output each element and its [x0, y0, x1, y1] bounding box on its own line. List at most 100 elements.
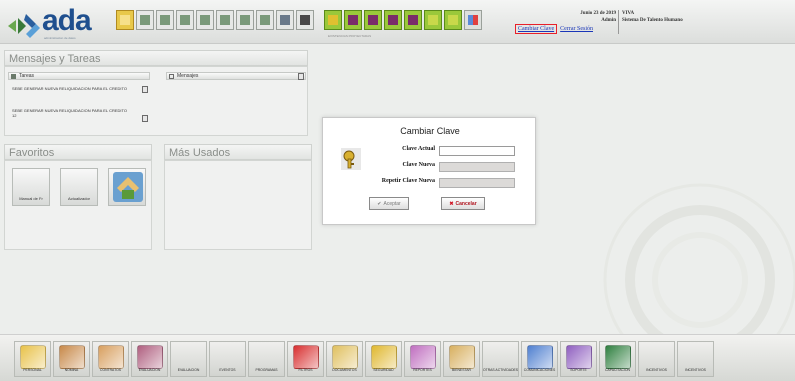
messages-action-icon[interactable] [298, 73, 304, 80]
dock-row: Personal Nomina Contratos Evaluacion Evaluac… [14, 341, 714, 377]
dock-button[interactable]: Incentivos [638, 341, 675, 377]
header-user: Admin [601, 18, 616, 23]
scroll-icon[interactable] [142, 115, 148, 122]
dock-button[interactable]: Nomina [53, 341, 90, 377]
toolbar-caption: EXISTENCIAS PROYECTADAS [328, 34, 372, 38]
doc-icon[interactable] [196, 10, 214, 30]
background-decoration [603, 183, 795, 334]
favorites-title: Favoritos [4, 144, 152, 160]
header-company: VIVA Sistema De Talento Humano [622, 10, 683, 24]
dock-button[interactable]: Evaluacion [131, 341, 168, 377]
dock-button-label: Reportes [413, 368, 432, 372]
doc-icon[interactable] [136, 10, 154, 30]
green-action-icon[interactable] [384, 10, 402, 30]
logo-tagline: administracion de datos [44, 36, 76, 40]
green-action-icon[interactable] [324, 10, 342, 30]
favorite-home-button[interactable] [108, 168, 146, 206]
home-icon [113, 172, 143, 202]
messages-panel-title: Mensajes y Tareas [4, 50, 308, 66]
current-password-input[interactable] [439, 146, 515, 156]
scroll-icon[interactable] [142, 86, 148, 93]
cancel-x-icon: ✖ [449, 200, 454, 207]
favorite-update-button[interactable]: Actualizador [60, 168, 98, 206]
dock-button-label: Bienestar [452, 368, 471, 372]
doc-icon[interactable] [236, 10, 254, 30]
accept-label: Aceptar [383, 200, 401, 207]
dialog-title: Cambiar Clave [400, 126, 460, 136]
tasks-header[interactable]: Tareas [8, 72, 150, 80]
repeat-password-input[interactable] [439, 178, 515, 188]
messages-header[interactable]: Mensajes [166, 72, 306, 80]
envelope-icon [332, 345, 358, 369]
change-password-link[interactable]: Cambiar Clave [515, 24, 558, 34]
dock-button[interactable]: Reportes [404, 341, 441, 377]
company-name: Sistema De Talento Humano [622, 18, 683, 23]
new-password-input[interactable] [439, 162, 515, 172]
task-item[interactable]: SEBE GENERAR NUEVA RELIQUIDACION PARA EL… [12, 86, 130, 91]
most-used-title: Más Usados [164, 144, 312, 160]
messages-label: Mensajes [177, 73, 199, 79]
dock-button-label: Incentivos [646, 368, 667, 372]
filter-icon [293, 345, 319, 369]
dock-button-label: Capacitacion [605, 368, 630, 372]
logout-link[interactable]: Cerrar Sesión [560, 24, 593, 34]
new-password-label: Clave Nueva [402, 162, 436, 168]
dock-button-label: Contratos [100, 368, 121, 372]
key-icon [371, 345, 397, 369]
people-icon [137, 345, 163, 369]
logo-mark-icon [8, 14, 40, 38]
dock-button[interactable]: Eventos [209, 341, 246, 377]
dock-button[interactable]: Otras Actividades [482, 341, 519, 377]
doc-icon[interactable] [176, 10, 194, 30]
change-password-dialog: Cambiar Clave Clave Actual Clave Nueva R… [322, 117, 536, 225]
folder-icon[interactable] [116, 10, 134, 30]
accept-button[interactable]: ✔ Aceptar [369, 197, 409, 210]
pencil-icon [410, 345, 436, 369]
green-action-icon[interactable] [364, 10, 382, 30]
dock-button[interactable]: Personal [14, 341, 51, 377]
most-used-panel [164, 160, 312, 250]
tools-icon [449, 345, 475, 369]
current-password-label: Clave Actual [402, 146, 435, 152]
dock-button-label: Eventos [219, 368, 236, 372]
grid-icon[interactable] [464, 10, 482, 30]
dock-button-label: Incentivos [685, 368, 706, 372]
doc-icon[interactable] [216, 10, 234, 30]
cancel-button[interactable]: ✖ Cancelar [441, 197, 485, 210]
green-action-icon[interactable] [404, 10, 422, 30]
doc-icon[interactable] [276, 10, 294, 30]
dock-button[interactable]: Documentos [326, 341, 363, 377]
check-icon: ✔ [377, 200, 382, 207]
dock-button-label: Programas [255, 368, 278, 372]
dock-button-label: Evaluacion [138, 368, 161, 372]
dock-button[interactable]: Incentivos [677, 341, 714, 377]
tasks-icon [11, 74, 16, 79]
table-icon[interactable] [296, 10, 314, 30]
dock-button[interactable]: Bienestar [443, 341, 480, 377]
favorite-label: Actualizador [67, 196, 90, 201]
green-action-icon[interactable] [344, 10, 362, 30]
green-action-icon[interactable] [424, 10, 442, 30]
favorite-manual-button[interactable]: Manual de Fr [12, 168, 50, 206]
dock-button-label: Documentos [332, 368, 357, 372]
dock-button[interactable]: Soporte [560, 341, 597, 377]
dock-button[interactable]: Programas [248, 341, 285, 377]
dock-button[interactable]: Evaluacion [170, 341, 207, 377]
dock-button-label: Seguridad [373, 368, 394, 372]
dock-button[interactable]: Comunicaciones [521, 341, 558, 377]
dock-button[interactable]: Capacitacion [599, 341, 636, 377]
dock-button[interactable]: Filtros [287, 341, 324, 377]
doc-icon[interactable] [256, 10, 274, 30]
toolbar [116, 10, 482, 30]
green-action-icon[interactable] [444, 10, 462, 30]
dock-button[interactable]: Contratos [92, 341, 129, 377]
dock-button-label: Otras Actividades [483, 368, 519, 372]
dock-button[interactable]: Seguridad [365, 341, 402, 377]
doc-icon[interactable] [156, 10, 174, 30]
dock-button-label: Soporte [570, 368, 587, 372]
doc-icon [98, 345, 124, 369]
dock-button-label: Filtros [298, 368, 313, 372]
dock-button-label: Personal [23, 368, 42, 372]
task-item[interactable]: SEBE GENERAR NUEVA RELIQUIDACION PARA EL… [12, 108, 130, 118]
bottom-dock: Personal Nomina Contratos Evaluacion Evaluac… [0, 334, 795, 381]
